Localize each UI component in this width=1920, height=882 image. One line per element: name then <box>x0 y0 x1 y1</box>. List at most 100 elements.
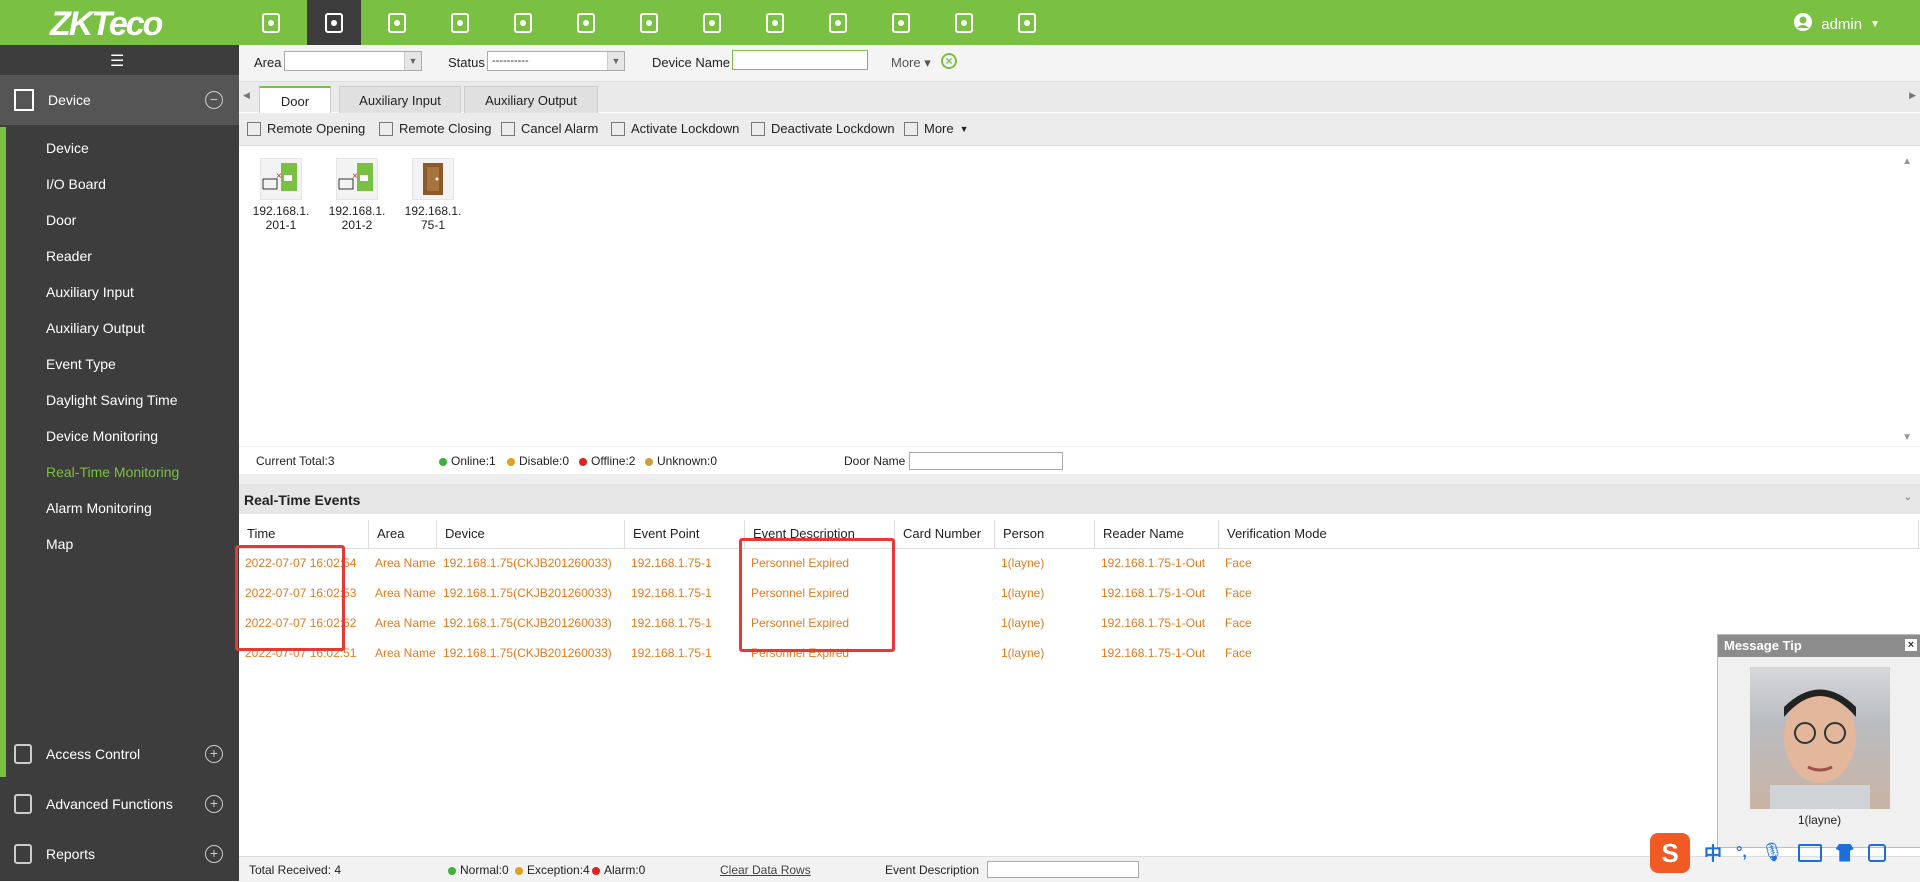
device-icon <box>14 89 34 111</box>
expand-plus-icon[interactable]: + <box>205 795 223 813</box>
realtime-events-header: Real-Time Events ⌄ <box>239 484 1920 514</box>
door-name-input[interactable] <box>909 452 1063 470</box>
scroll-down-icon[interactable]: ▼ <box>1902 432 1912 443</box>
more-button[interactable]: More ▼ <box>904 121 969 136</box>
sidebar-item-map[interactable]: Map <box>46 536 73 552</box>
table-row[interactable]: 2022-07-07 16:02:52 Area Name 192.168.1.75… <box>239 608 1920 638</box>
remote-opening-icon <box>247 121 261 136</box>
column-header[interactable]: Verification Mode <box>1219 520 1919 548</box>
table-cell: Area Name <box>375 556 436 570</box>
door-toolbar: Remote Opening Remote Closing Cancel Alarm… <box>239 113 1920 146</box>
device-name-input[interactable] <box>732 50 868 70</box>
table-cell: Face <box>1225 586 1252 600</box>
sidebar-item-event-type[interactable]: Event Type <box>46 356 116 372</box>
expand-plus-icon[interactable]: + <box>205 845 223 863</box>
column-header[interactable]: Time <box>239 520 369 548</box>
offline-count: Offline:2 <box>579 454 635 468</box>
settings-icon[interactable] <box>1000 0 1054 45</box>
sidebar-section-device[interactable]: Device − <box>0 75 239 125</box>
more-filter-button[interactable]: More ▾ <box>891 55 931 71</box>
personnel-icon[interactable] <box>244 0 298 45</box>
sidebar-item-daylight-saving-time[interactable]: Daylight Saving Time <box>46 392 178 408</box>
activate-lockdown-button[interactable]: Activate Lockdown <box>611 121 739 136</box>
collapse-events-icon[interactable]: ⌄ <box>1904 492 1912 503</box>
column-header[interactable]: Event Point <box>625 520 745 548</box>
sidebar-item-device[interactable]: Device <box>46 140 89 156</box>
collapse-minus-icon[interactable]: − <box>205 91 223 109</box>
exception-count: Exception:4 <box>515 863 590 877</box>
event-description-input[interactable] <box>987 861 1139 878</box>
patrol-icon[interactable] <box>685 0 739 45</box>
sidebar-item-real-time-monitoring[interactable]: Real-Time Monitoring <box>46 464 179 480</box>
scroll-up-icon[interactable]: ▲ <box>1902 156 1912 167</box>
sidebar-item-auxiliary-output[interactable]: Auxiliary Output <box>46 320 145 336</box>
sogou-logo-icon[interactable]: S <box>1650 832 1690 873</box>
tab-auxiliary-input[interactable]: Auxiliary Input <box>339 86 461 113</box>
user-menu[interactable]: admin ▼ <box>1793 12 1880 36</box>
sidebar-section-advanced-functions[interactable]: Advanced Functions + <box>0 779 239 829</box>
door-tile[interactable]: × 192.168.1. 201-2 <box>321 158 393 232</box>
tab-bar: ◀ Door Auxiliary Input Auxiliary Output ▶ <box>239 82 1920 114</box>
sidebar-item-door[interactable]: Door <box>46 212 76 228</box>
sidebar-item-alarm-monitoring[interactable]: Alarm Monitoring <box>46 500 152 516</box>
skin-icon[interactable] <box>1835 843 1854 862</box>
ime-language-toggle[interactable]: 中 <box>1704 840 1722 866</box>
sidebar-item-device-monitoring[interactable]: Device Monitoring <box>46 428 158 444</box>
locker-icon[interactable] <box>811 0 865 45</box>
remote-closing-icon <box>379 121 393 136</box>
column-header[interactable]: Reader Name <box>1095 520 1219 548</box>
keyboard-icon[interactable] <box>1797 843 1822 862</box>
clear-filter-icon[interactable]: × <box>941 53 957 69</box>
panel-splitter[interactable] <box>239 474 1920 484</box>
svg-text:×: × <box>352 171 358 182</box>
tab-door[interactable]: Door <box>259 86 331 114</box>
table-cell: 192.168.1.75-1 <box>631 646 712 660</box>
column-header[interactable]: Area <box>369 520 437 548</box>
sidebar-item-reader[interactable]: Reader <box>46 248 92 264</box>
remote-opening-button[interactable]: Remote Opening <box>247 121 365 136</box>
clear-data-rows-link[interactable]: Clear Data Rows <box>720 863 811 877</box>
ime-punctuation-toggle[interactable]: °, <box>1736 844 1747 862</box>
section-icon <box>14 844 32 864</box>
tab-scroll-left-icon[interactable]: ◀ <box>243 90 250 101</box>
highlight-box-description <box>739 538 895 652</box>
table-cell: 1(layne) <box>1001 586 1045 600</box>
door-icon: × <box>260 158 302 200</box>
table-row[interactable]: 2022-07-07 16:02:51 Area Name 192.168.1.75… <box>239 638 1920 668</box>
elevator-icon[interactable] <box>496 0 550 45</box>
user-name: admin <box>1821 15 1863 33</box>
remote-closing-button[interactable]: Remote Closing <box>379 121 492 136</box>
sidebar-item-auxiliary-input[interactable]: Auxiliary Input <box>46 284 134 300</box>
visitor-icon[interactable] <box>433 0 487 45</box>
ime-menu-grid-icon[interactable] <box>1867 843 1886 862</box>
column-header[interactable]: Person <box>995 520 1095 548</box>
expand-plus-icon[interactable]: + <box>205 745 223 763</box>
brand-logo: ZKTeco <box>50 5 163 43</box>
table-row[interactable]: 2022-07-07 16:02:53 Area Name 192.168.1.75… <box>239 578 1920 608</box>
office-icon[interactable] <box>748 0 802 45</box>
deactivate-lockdown-button[interactable]: Deactivate Lockdown <box>751 121 895 136</box>
security-icon[interactable] <box>937 0 991 45</box>
sidebar-item-i-o-board[interactable]: I/O Board <box>46 176 106 192</box>
collapse-sidebar-icon[interactable]: ☰ <box>110 51 124 71</box>
tab-auxiliary-output[interactable]: Auxiliary Output <box>464 86 598 113</box>
status-select[interactable]: ---------- ▼ <box>487 51 625 71</box>
table-row[interactable]: 2022-07-07 16:02:54 Area Name 192.168.1.75… <box>239 548 1920 578</box>
message-tip-person: 1(layne) <box>1797 813 1842 827</box>
column-header[interactable]: Card Number <box>895 520 995 548</box>
tab-scroll-right-icon[interactable]: ▶ <box>1909 90 1916 101</box>
column-header[interactable]: Device <box>437 520 625 548</box>
door-tile[interactable]: 192.168.1. 75-1 <box>397 158 469 232</box>
parking-icon[interactable] <box>622 0 676 45</box>
time-attendance-icon[interactable] <box>370 0 424 45</box>
door-tile[interactable]: × 192.168.1. 201-1 <box>245 158 317 232</box>
access-door-icon[interactable] <box>307 0 361 45</box>
video-icon[interactable] <box>874 0 928 45</box>
sidebar-section-reports[interactable]: Reports + <box>0 829 239 879</box>
area-select[interactable]: ▼ <box>284 51 422 71</box>
consumption-icon[interactable] <box>559 0 613 45</box>
close-icon[interactable]: × <box>1905 639 1917 651</box>
cancel-alarm-button[interactable]: Cancel Alarm <box>501 121 598 136</box>
sidebar-section-access-control[interactable]: Access Control + <box>0 729 239 779</box>
microphone-icon[interactable]: 🎙 <box>1761 842 1784 863</box>
